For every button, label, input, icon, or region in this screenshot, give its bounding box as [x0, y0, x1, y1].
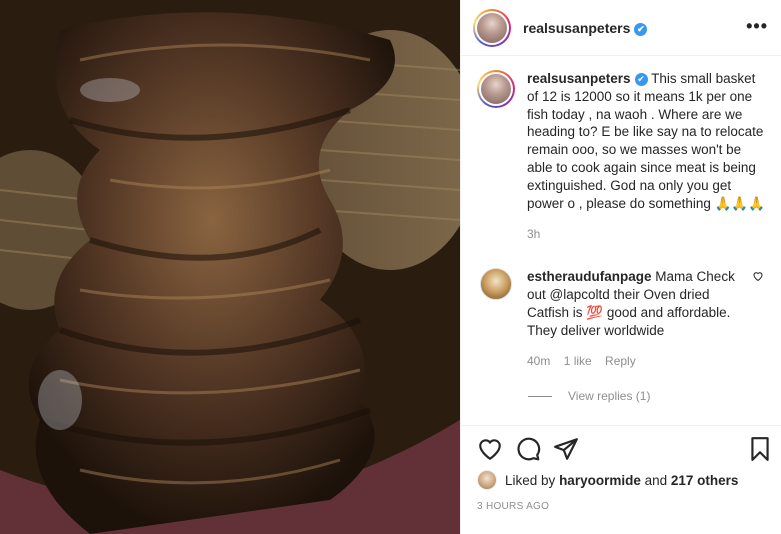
post-timestamp[interactable]: 3 HOURS AGO [477, 501, 549, 512]
dried-fish-image [0, 0, 460, 534]
post-header: realsusanpeters ✔ ••• [461, 0, 781, 56]
commenter-username[interactable]: estheraudufanpage [527, 269, 652, 284]
comment-likes[interactable]: 1 like [564, 354, 592, 368]
liker-avatar[interactable] [477, 470, 497, 490]
likes-connector: and [644, 472, 668, 488]
author-username[interactable]: realsusanpeters ✔ [523, 20, 648, 36]
comment-meta: 40m 1 like Reply [527, 353, 742, 371]
heart-icon[interactable] [477, 436, 503, 462]
more-options-button[interactable]: ••• [746, 17, 768, 35]
view-replies-button[interactable]: View replies (1) [528, 389, 766, 403]
verified-icon: ✔ [634, 73, 648, 86]
bookmark-icon[interactable] [747, 436, 773, 462]
author-avatar[interactable] [473, 8, 511, 47]
commenter-avatar[interactable] [480, 268, 512, 301]
caption-time[interactable]: 3h [527, 226, 766, 244]
share-icon[interactable] [553, 436, 579, 462]
comment: estheraudufanpage Mama Check out @lapcol… [477, 268, 766, 371]
replies-divider [528, 395, 552, 397]
liker-username[interactable]: haryoormide [559, 473, 641, 488]
caption: realsusanpeters ✔ This small basket of 12… [477, 70, 766, 244]
verified-icon: ✔ [634, 22, 648, 36]
author-username-text[interactable]: realsusanpeters [523, 20, 630, 36]
caption-text: This small basket of 12 is 12000 so it m… [527, 71, 766, 211]
post-photo[interactable] [0, 0, 460, 534]
comment-time[interactable]: 40m [527, 354, 550, 368]
comments-section[interactable]: realsusanpeters ✔ This small basket of 12… [461, 70, 781, 425]
likes-prefix: Liked by [505, 472, 556, 488]
comment-heart-icon[interactable] [752, 270, 764, 282]
likes-summary: Liked by haryoormide and 217 others [477, 470, 738, 490]
post-actions: Liked by haryoormide and 217 others 3 HO… [461, 425, 781, 534]
post-detail-panel: realsusanpeters ✔ ••• realsusanpeters ✔ Th… [460, 0, 781, 534]
view-replies-label[interactable]: View replies (1) [568, 389, 650, 403]
reply-button[interactable]: Reply [605, 354, 636, 368]
comment-icon[interactable] [515, 436, 541, 462]
caption-username[interactable]: realsusanpeters [527, 71, 631, 86]
caption-avatar[interactable] [477, 70, 515, 108]
likes-others[interactable]: 217 others [671, 473, 739, 488]
